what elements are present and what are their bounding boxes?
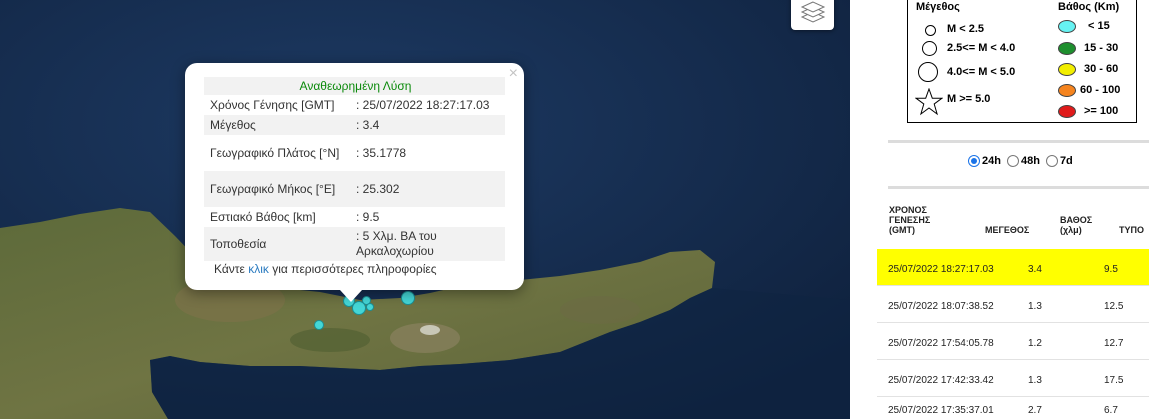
earthquake-details-table: Αναθεωρημένη Λύση Χρόνος Γένησης [GMT] :…: [204, 77, 505, 261]
legend-depth-item: < 15: [1088, 20, 1110, 32]
legend: Μέγεθος Βάθος (Km) M < 2.5 2.5<= M < 4.0…: [907, 0, 1137, 123]
legend-magnitude-title: Μέγεθος: [916, 1, 960, 13]
row-magnitude: 1.3: [1028, 375, 1042, 386]
earthquake-marker[interactable]: [314, 320, 324, 330]
row-magnitude: 1.3: [1028, 301, 1042, 312]
magnitude-value: : 3.4: [350, 115, 505, 135]
magnitude-medium-circle-icon: [922, 41, 937, 56]
row-time: 25/07/2022 18:27:17.03: [888, 264, 994, 275]
earthquake-info-popup: × Αναθεωρημένη Λύση Χρόνος Γένησης [GMT]…: [185, 63, 524, 302]
table-row[interactable]: 25/07/2022 18:27:17.03 3.4 9.5: [877, 249, 1149, 286]
header-magnitude[interactable]: ΜΕΓΕΘΟΣ: [985, 225, 1029, 235]
depth-color-swatch: [1058, 105, 1076, 118]
radio-7d-label: 7d: [1059, 155, 1073, 167]
close-icon[interactable]: ×: [509, 66, 518, 82]
row-depth: 9.5: [1104, 264, 1118, 275]
depth-color-swatch: [1058, 20, 1076, 33]
earthquake-marker[interactable]: [366, 303, 374, 311]
latitude-value: : 35.1778: [356, 145, 407, 160]
legend-depth-title: Βάθος (Km): [1058, 1, 1120, 13]
header-time-line: (GMT): [889, 225, 915, 235]
time-filter: 24h 48h 7d: [968, 155, 1077, 167]
longitude-label: Γεωγραφικό Μήκος [°E]: [204, 171, 350, 207]
table-row[interactable]: 25/07/2022 17:42:33.42 1.3 17.5: [877, 360, 1149, 397]
legend-magnitude-item: 2.5<= M < 4.0: [947, 42, 1016, 54]
row-time: 25/07/2022 18:07:38.52: [888, 301, 994, 312]
row-depth: 6.7: [1104, 405, 1118, 416]
legend-magnitude-item: 4.0<= M < 5.0: [947, 66, 1016, 78]
legend-magnitude-item: M >= 5.0: [947, 93, 991, 105]
location-label: Τοποθεσία: [204, 227, 350, 261]
focal-depth-label: Εστιακό Βάθος [km]: [210, 209, 316, 224]
right-panel: Μέγεθος Βάθος (Km) M < 2.5 2.5<= M < 4.0…: [850, 0, 1149, 419]
origin-time-label: Χρόνος Γένησης [GMT]: [210, 97, 335, 112]
separator: [888, 140, 1149, 143]
latitude-label: Γεωγραφικό Πλάτος [°N]: [210, 145, 340, 160]
legend-magnitude-item: M < 2.5: [947, 23, 984, 35]
focal-depth-value: : 9.5: [356, 209, 380, 224]
magnitude-large-circle-icon: [918, 62, 938, 82]
magnitude-small-circle-icon: [925, 25, 936, 36]
depth-color-swatch: [1058, 42, 1076, 55]
legend-depth-item: 15 - 30: [1084, 42, 1119, 54]
layer-switcher-button[interactable]: [791, 0, 834, 30]
row-magnitude: 1.2: [1028, 338, 1042, 349]
header-depth[interactable]: ΒΑΘΟΣ (χλμ): [1060, 215, 1092, 235]
legend-depth-item: 30 - 60: [1084, 63, 1119, 75]
header-time[interactable]: ΧΡΟΝΟΣ ΓΕΝΕΣΗΣ (GMT): [889, 205, 930, 235]
earthquake-table-header: ΧΡΟΝΟΣ ΓΕΝΕΣΗΣ (GMT) ΜΕΓΕΘΟΣ ΒΑΘΟΣ (χλμ)…: [888, 200, 1149, 244]
row-depth: 12.7: [1104, 338, 1124, 349]
header-time-line: ΓΕΝΕΣΗΣ: [889, 215, 931, 225]
row-time: 25/07/2022 17:35:37.01: [888, 405, 994, 416]
header-time-line: ΧΡΟΝΟΣ: [889, 205, 927, 215]
row-magnitude: 2.7: [1028, 405, 1042, 416]
table-row[interactable]: 25/07/2022 17:35:37.01 2.7 6.7: [877, 397, 1149, 419]
row-time: 25/07/2022 17:54:05.78: [888, 338, 994, 349]
more-info-prefix: Κάντε: [214, 262, 249, 276]
depth-color-swatch: [1058, 84, 1076, 97]
radio-24h-label: 24h: [982, 155, 1001, 167]
separator: [888, 186, 1149, 189]
more-info-link[interactable]: κλικ: [248, 262, 269, 276]
radio-48h[interactable]: [1006, 155, 1019, 167]
earthquake-marker[interactable]: [401, 291, 415, 305]
row-magnitude: 3.4: [1028, 264, 1042, 275]
row-time: 25/07/2022 17:42:33.42: [888, 375, 994, 386]
origin-time-value: : 25/07/2022 18:27:17.03: [356, 97, 490, 112]
popup-tip: [340, 290, 362, 302]
table-row[interactable]: 25/07/2022 17:54:05.78 1.2 12.7: [877, 323, 1149, 360]
longitude-value: : 25.302: [350, 171, 505, 207]
layers-icon: [800, 1, 825, 23]
radio-48h-label: 48h: [1020, 155, 1040, 167]
star-icon: [915, 88, 943, 116]
map[interactable]: × Αναθεωρημένη Λύση Χρόνος Γένησης [GMT]…: [0, 0, 850, 419]
location-value: : 5 Χλμ. ΒΑ του Αρκαλοχωρίου: [350, 227, 505, 261]
radio-24h[interactable]: [968, 155, 980, 167]
header-location[interactable]: ΤΥΠΟ: [1119, 225, 1144, 235]
depth-color-swatch: [1058, 63, 1076, 76]
row-depth: 12.5: [1104, 301, 1124, 312]
more-info-text: Κάντε κλικ για περισσότερες πληροφορίες: [214, 262, 437, 276]
more-info-suffix: για περισσότερες πληροφορίες: [268, 262, 437, 276]
header-depth-line: (χλμ): [1060, 225, 1082, 235]
legend-depth-item: 60 - 100: [1080, 84, 1121, 96]
radio-7d[interactable]: [1045, 155, 1058, 167]
magnitude-label: Μέγεθος: [204, 115, 350, 135]
row-depth: 17.5: [1104, 375, 1124, 386]
popup-title: Αναθεωρημένη Λύση: [204, 77, 505, 95]
legend-depth-item: >= 100: [1084, 105, 1119, 117]
header-depth-line: ΒΑΘΟΣ: [1060, 215, 1093, 225]
table-row[interactable]: 25/07/2022 18:07:38.52 1.3 12.5: [877, 286, 1149, 323]
